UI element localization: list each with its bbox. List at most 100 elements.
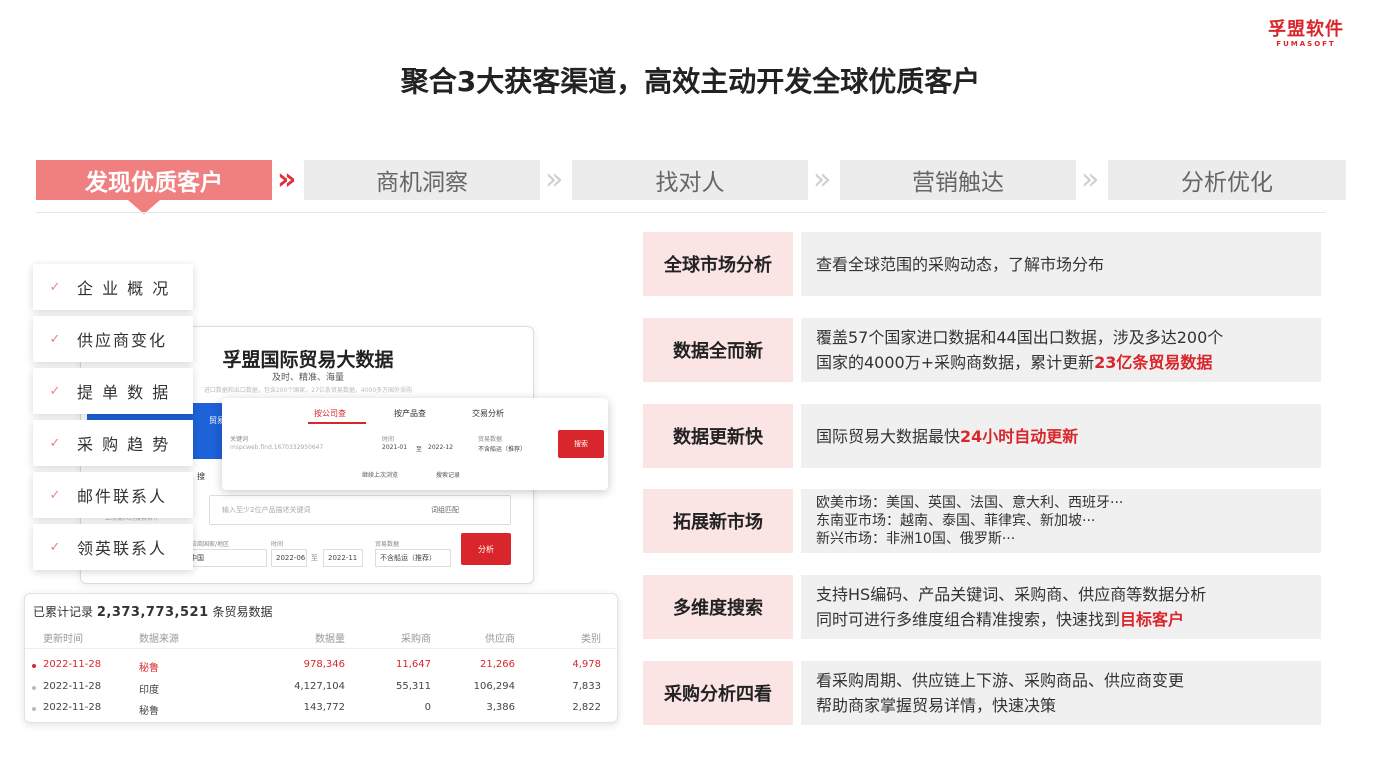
divider [36,212,1326,213]
check-icon: ✓ [49,435,61,451]
column-header: 供应商 [485,634,515,645]
country-select[interactable]: 中国 [185,549,267,567]
trade-type-label: 贸易数据 [478,436,503,443]
time-to[interactable]: 2022-11 [323,549,363,567]
tab-trade-analysis[interactable]: 交易分析 [472,408,504,419]
keyword-label: 关键词 [230,436,249,443]
feature-label-data-complete: 数据全而新 [643,318,793,382]
chevron-right-icon: » [277,162,297,197]
menu-item-company-overview[interactable]: ✓ 企 业 概 况 [33,264,193,310]
feature-line: 帮助商家掌握贸易详情，快速决策 [816,696,1057,715]
feature-line: 同时可进行多维度组合精准搜索，快速找到目标客户 [816,610,1185,629]
table-cell: 2022-11-28 [43,659,102,670]
feature-line: 查看全球范围的采购动态，了解市场分布 [816,254,1105,274]
menu-item-label: 提 单 数 据 [77,383,171,402]
feature-desc-fast-update: 国际贸易大数据最快24小时自动更新 [801,404,1321,468]
feature-line: 欧美市场：美国、英国、法国、意大利、西班牙··· [816,495,1124,511]
table-cell: 秘鲁 [139,706,159,717]
column-header: 更新时间 [43,634,83,645]
brand-logo: 孚盟软件 FUMASOFT [1266,20,1346,49]
column-header: 类别 [581,634,601,645]
table-cell: 106,294 [473,681,515,692]
step-marketing-reach[interactable]: 营销触达 [840,160,1076,200]
menu-item-label: 企 业 概 况 [77,279,171,298]
menu-item-label: 采 购 趋 势 [77,435,171,454]
table-cell: 4,127,104 [294,681,345,692]
row-dot [32,686,36,690]
table-cell: 0 [424,702,431,713]
records-suffix: 条贸易数据 [212,605,273,619]
tab-product-search[interactable]: 按产品查 [394,408,426,419]
analyze-button[interactable]: 分析 [461,533,511,565]
table-cell: 11,647 [396,659,431,670]
product-search-input[interactable]: 输入至少2位产品描述关键词 [209,495,511,525]
step-analysis-optimize[interactable]: 分析优化 [1108,160,1346,200]
feature-desc-data-complete: 覆盖57个国家进口数据和44国出口数据，涉及多达200个 国家的4000万+采购… [801,318,1321,382]
records-table: 已累计记录 2,373,773,521 条贸易数据 更新时间 数据来源 数据量 … [24,593,619,723]
keyword-input[interactable]: mspcweb.find.1670332950647 [230,444,323,451]
time-label: 时间 [271,541,284,548]
logo-cn: 孚盟软件 [1268,19,1344,40]
menu-item-purchase-trend[interactable]: ✓ 采 购 趋 势 [33,420,193,466]
feature-label-global-market: 全球市场分析 [643,232,793,296]
menu-item-label: 邮件联系人 [77,487,168,506]
search-tab[interactable]: 搜 [197,471,205,482]
step-discover-customers[interactable]: 发现优质客户 [36,160,272,200]
trade-type-select[interactable]: 不含船运（推荐） [478,444,526,453]
table-cell: 3,386 [486,702,515,713]
check-icon: ✓ [49,539,61,555]
menu-item-label: 领英联系人 [77,539,168,558]
check-icon: ✓ [49,331,61,347]
table-cell: 4,978 [572,659,601,670]
step-find-people[interactable]: 找对人 [572,160,808,200]
menu-item-bill-data[interactable]: ✓ 提 单 数 据 [33,368,193,414]
search-popup: 按公司查 按产品查 交易分析 关键词 mspcweb.find.16703329… [222,398,608,490]
time-label: 时间 [382,436,395,443]
menu-item-linkedin-contacts[interactable]: ✓ 领英联系人 [33,524,193,570]
feature-line: 新兴市场：非洲10国、俄罗斯··· [816,531,1016,547]
row-dot [32,664,36,668]
table-cell: 2022-11-28 [43,681,102,692]
chevron-right-icon: » [813,162,832,197]
feature-line: 国家的4000万+采购商数据，累计更新23亿条贸易数据 [816,353,1213,372]
time-to[interactable]: 2022-12 [428,444,453,451]
trade-type-label: 贸易数据 [375,541,400,548]
table-cell: 21,266 [480,659,515,670]
feature-line: 支持HS编码、产品关键词、采购商、供应商等数据分析 [816,585,1207,604]
logo-en: FUMASOFT [1276,40,1336,48]
feature-line: 国际贸易大数据最快24小时自动更新 [816,426,1079,446]
records-count: 2,373,773,521 [96,605,209,620]
feature-label-new-markets: 拓展新市场 [643,489,793,553]
time-from[interactable]: 2022-06 [271,549,307,567]
table-cell: 7,833 [572,681,601,692]
menu-item-email-contacts[interactable]: ✓ 邮件联系人 [33,472,193,518]
feature-label-fast-update: 数据更新快 [643,404,793,468]
feature-desc-new-markets: 欧美市场：美国、英国、法国、意大利、西班牙··· 东南亚市场：越南、泰国、菲律宾… [801,489,1321,553]
menu-item-supplier-change[interactable]: ✓ 供应商变化 [33,316,193,362]
feature-label-purchase-analysis: 采购分析四看 [643,661,793,725]
table-cell: 秘鲁 [139,663,159,674]
check-icon: ✓ [49,383,61,399]
time-separator: 至 [311,554,318,562]
search-button[interactable]: 搜索 [558,430,604,458]
table-cell: 978,346 [303,659,345,670]
feature-line: 东南亚市场：越南、泰国、菲律宾、新加坡··· [816,513,1096,529]
step-business-insight[interactable]: 商机洞察 [304,160,540,200]
continue-browsing-link[interactable]: 继续上次浏览 [362,470,398,479]
feature-line: 看采购周期、供应链上下游、采购商品、供应商变更 [816,671,1185,690]
phrase-match-checkbox[interactable]: 词组匹配 [431,505,459,515]
trade-type-select[interactable]: 不含船运（推荐） [375,549,451,567]
menu-item-label: 供应商变化 [77,331,168,350]
tab-company-search[interactable]: 按公司查 [314,408,346,419]
check-icon: ✓ [49,279,61,295]
feature-desc-global-market: 查看全球范围的采购动态，了解市场分布 [801,232,1321,296]
table-cell: 2022-11-28 [43,702,102,713]
records-summary: 已累计记录 2,373,773,521 条贸易数据 [33,603,272,620]
table-cell: 2,822 [572,702,601,713]
chevron-right-icon: » [545,162,564,197]
chevron-right-icon: » [1081,162,1100,197]
search-history-link[interactable]: 搜索记录 [436,470,460,479]
records-prefix: 已累计记录 [33,605,94,619]
time-from[interactable]: 2021-01 [382,444,407,451]
highlight-text: 24小时自动更新 [960,426,1079,446]
